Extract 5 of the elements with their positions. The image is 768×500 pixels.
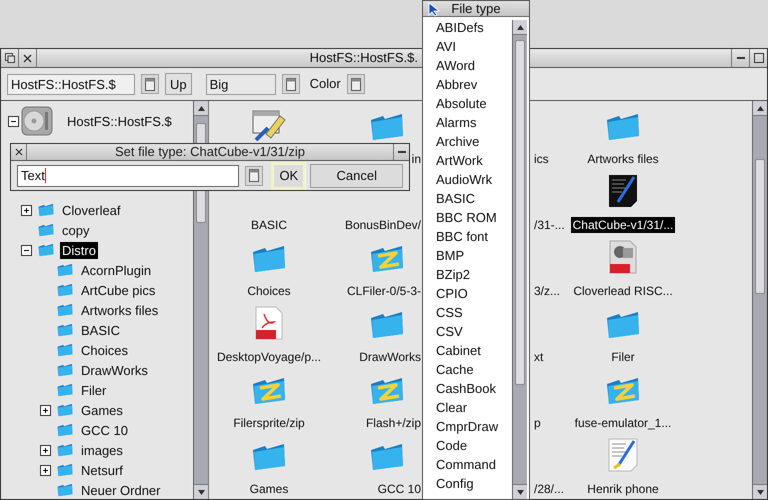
menu-title: File type — [451, 1, 501, 16]
dialog-title: Set file type: ChatCube-v1/31/zip — [114, 144, 306, 160]
window-title: HostFS::HostFS.$. — [310, 49, 418, 67]
input-value: Text — [21, 166, 45, 184]
color-label: Color — [310, 75, 341, 94]
